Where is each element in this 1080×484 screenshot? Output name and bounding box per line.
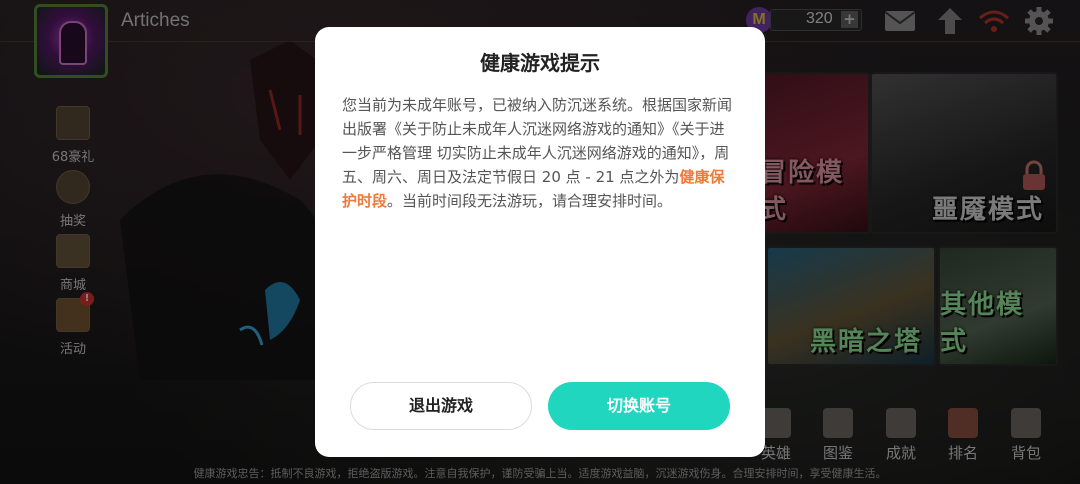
exit-game-button[interactable]: 退出游戏 <box>350 382 532 430</box>
switch-account-button[interactable]: 切换账号 <box>548 382 730 430</box>
health-notice-dialog: 健康游戏提示 您当前为未成年账号，已被纳入防沉迷系统。根据国家新闻出版署《关于防… <box>315 27 765 457</box>
dialog-body-text-end: 。当前时间段无法游玩，请合理安排时间。 <box>387 192 673 210</box>
dialog-title: 健康游戏提示 <box>480 51 600 75</box>
dialog-body: 您当前为未成年账号，已被纳入防沉迷系统。根据国家新闻出版署《关于防止未成年人沉迷… <box>342 93 738 213</box>
dialog-body-text: 您当前为未成年账号，已被纳入防沉迷系统。根据国家新闻出版署《关于防止未成年人沉迷… <box>342 96 733 186</box>
